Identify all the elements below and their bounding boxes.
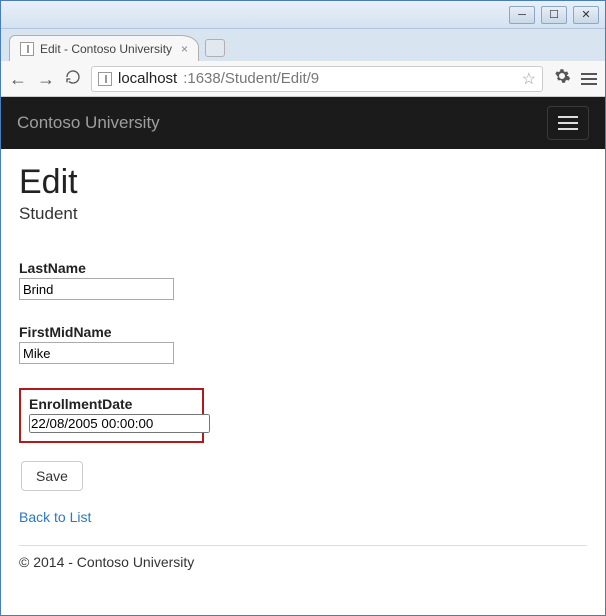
tab-strip: Edit - Contoso University × [1,29,605,61]
label-lastname: LastName [19,260,587,276]
close-tab-icon[interactable]: × [181,42,188,56]
page-title: Edit [19,163,587,202]
site-navbar: Contoso University [1,97,605,149]
os-titlebar: ─ ☐ ✕ [1,1,605,29]
field-firstmidname: FirstMidName [19,324,587,364]
back-to-list-link[interactable]: Back to List [19,509,91,525]
chrome-menu-icon[interactable] [581,73,597,85]
reload-icon[interactable] [65,69,81,88]
gear-icon[interactable] [553,67,571,90]
hamburger-menu-button[interactable] [547,106,589,140]
label-enrollmentdate: EnrollmentDate [29,396,194,412]
browser-window: ─ ☐ ✕ Edit - Contoso University × ← → lo… [0,0,606,616]
new-tab-button[interactable] [205,39,225,57]
field-lastname: LastName [19,260,587,300]
browser-tab[interactable]: Edit - Contoso University × [9,35,199,61]
input-firstmidname[interactable] [19,342,174,364]
tab-title: Edit - Contoso University [40,42,172,56]
close-window-button[interactable]: ✕ [573,6,599,24]
file-icon [20,42,34,56]
save-button[interactable]: Save [21,461,83,491]
url-host: localhost [118,70,177,87]
url-path: :1638/Student/Edit/9 [183,70,319,87]
page-viewport: Contoso University Edit Student LastName… [1,97,605,615]
minimize-button[interactable]: ─ [509,6,535,24]
input-lastname[interactable] [19,278,174,300]
label-firstmidname: FirstMidName [19,324,587,340]
page-subtitle: Student [19,204,587,224]
page-icon [98,72,112,86]
toolbar: ← → localhost :1638/Student/Edit/9 ☆ [1,61,605,97]
footer-text: © 2014 - Contoso University [19,554,587,580]
footer-divider [19,545,587,546]
brand-text[interactable]: Contoso University [17,113,160,133]
forward-icon[interactable]: → [37,70,55,88]
input-enrollmentdate[interactable] [29,414,210,433]
field-enrollmentdate-highlight: EnrollmentDate [19,388,204,443]
address-bar[interactable]: localhost :1638/Student/Edit/9 ☆ [91,66,543,92]
main-content: Edit Student LastName FirstMidName Enrol… [1,149,605,590]
window-controls: ─ ☐ ✕ [509,6,599,24]
maximize-button[interactable]: ☐ [541,6,567,24]
back-icon[interactable]: ← [9,70,27,88]
bookmark-star-icon[interactable]: ☆ [522,69,536,89]
